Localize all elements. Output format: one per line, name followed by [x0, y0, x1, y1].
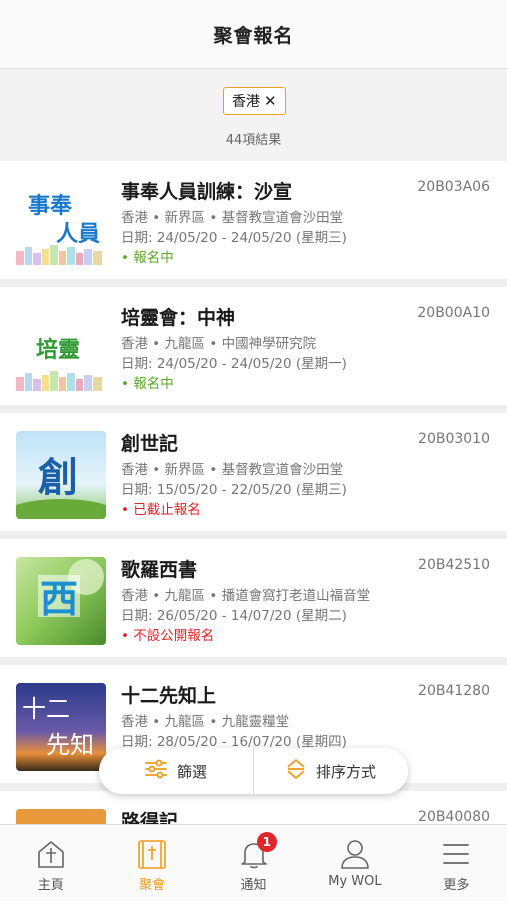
- notification-badge: 1: [256, 832, 277, 852]
- event-status: • 不設公開報名: [121, 628, 215, 644]
- sort-arrows-icon: [286, 758, 306, 784]
- bible-icon: [136, 838, 168, 870]
- tab-home[interactable]: 主頁: [0, 825, 101, 901]
- thumb-text: 創: [38, 455, 78, 501]
- thumb-text: 十二: [22, 695, 70, 723]
- event-code: 20B41280: [418, 683, 490, 699]
- event-location: 香港 • 九龍區 • 中國神學研究院: [121, 336, 317, 352]
- thumb-text: 人員: [56, 222, 100, 247]
- event-date: 日期: 15/05/20 - 22/05/20 (星期三): [121, 482, 347, 498]
- tab-events[interactable]: 聚會: [101, 825, 202, 901]
- filter-chip-hong-kong[interactable]: 香港 ✕: [223, 87, 286, 115]
- top-nav-bar: 聚會報名: [0, 0, 507, 69]
- sliders-icon: [145, 759, 167, 783]
- thumb-text: 培靈: [36, 337, 80, 363]
- event-status: • 已截止報名: [121, 502, 201, 518]
- event-name: 十二先知上: [121, 685, 217, 707]
- event-name: 事奉人員訓練：沙宣: [121, 181, 293, 203]
- person-icon: [339, 838, 371, 870]
- thumb-text: 事奉: [28, 193, 73, 219]
- thumb-text: 西: [40, 577, 78, 621]
- event-location: 香港 • 新界區 • 基督教宣道會沙田堂: [121, 210, 344, 226]
- event-code: 20B03010: [418, 431, 490, 447]
- event-name: 培靈會：中神: [121, 307, 236, 329]
- event-date: 日期: 28/05/20 - 16/07/20 (星期四): [121, 734, 347, 750]
- event-row[interactable]: 西 歌羅西書 20B42510 香港 • 九龍區 • 播道會窩打老道山福音堂 日…: [0, 539, 507, 657]
- tab-notifications[interactable]: 1 通知: [203, 825, 304, 901]
- event-name: 歌羅西書: [121, 559, 198, 581]
- filter-button-label: 篩選: [176, 762, 207, 781]
- menu-icon: [440, 838, 472, 870]
- event-thumbnail: 十二 先知: [16, 683, 106, 771]
- filter-chip-label: 香港: [232, 94, 260, 110]
- event-thumbnail: 西: [16, 557, 106, 645]
- page-title: 聚會報名: [213, 24, 294, 47]
- close-icon[interactable]: ✕: [264, 92, 277, 110]
- event-thumbnail: 事奉 人員: [16, 179, 106, 267]
- event-status: • 報名中: [121, 250, 174, 266]
- event-code: 20B42510: [418, 557, 490, 573]
- thumb-text: 先知: [46, 731, 94, 759]
- event-location: 香港 • 九龍區 • 九龍靈糧堂: [121, 714, 290, 730]
- event-name: 創世記: [121, 433, 179, 455]
- event-thumbnail: 創: [16, 431, 106, 519]
- filter-button[interactable]: 篩選: [99, 748, 253, 794]
- tab-label: My WOL: [328, 874, 382, 889]
- tab-label: 聚會: [139, 878, 166, 893]
- event-status: • 報名中: [121, 376, 174, 392]
- event-code: 20B03A06: [417, 179, 490, 195]
- sort-button-label: 排序方式: [315, 762, 376, 781]
- tab-label: 通知: [240, 878, 267, 893]
- floating-action-bar: 篩選 排序方式: [99, 748, 408, 794]
- event-row[interactable]: 創 創世記 20B03010 香港 • 新界區 • 基督教宣道會沙田堂 日期: …: [0, 413, 507, 531]
- sort-button[interactable]: 排序方式: [254, 748, 408, 794]
- event-row[interactable]: 培靈 培靈會：中神 20B00A10 香港 • 九龍區 • 中國神學研究院 日期…: [0, 287, 507, 405]
- event-date: 日期: 24/05/20 - 24/05/20 (星期一): [121, 356, 347, 372]
- event-location: 香港 • 九龍區 • 播道會窩打老道山福音堂: [121, 588, 371, 604]
- event-code: 20B00A10: [417, 305, 490, 321]
- event-thumbnail: 培靈: [16, 305, 106, 393]
- event-row[interactable]: 事奉 人員 事奉人員訓練：沙宣 20B03A06 香港 • 新界區 • 基督教宣…: [0, 161, 507, 279]
- tab-label: 主頁: [37, 878, 64, 893]
- event-date: 日期: 26/05/20 - 14/07/20 (星期二): [121, 608, 347, 624]
- bottom-tab-bar: 主頁 聚會 1 通知 My WOL 更多: [0, 824, 507, 901]
- tab-more[interactable]: 更多: [406, 825, 507, 901]
- home-cross-icon: [35, 838, 67, 870]
- tab-label: 更多: [443, 878, 470, 893]
- filter-bar: 香港 ✕ 44項結果: [0, 69, 507, 161]
- event-code: 20B40080: [418, 809, 490, 825]
- tab-my-wol[interactable]: My WOL: [304, 825, 405, 901]
- event-date: 日期: 24/05/20 - 24/05/20 (星期三): [121, 230, 347, 246]
- event-location: 香港 • 新界區 • 基督教宣道會沙田堂: [121, 462, 344, 478]
- result-count: 44項結果: [225, 133, 282, 148]
